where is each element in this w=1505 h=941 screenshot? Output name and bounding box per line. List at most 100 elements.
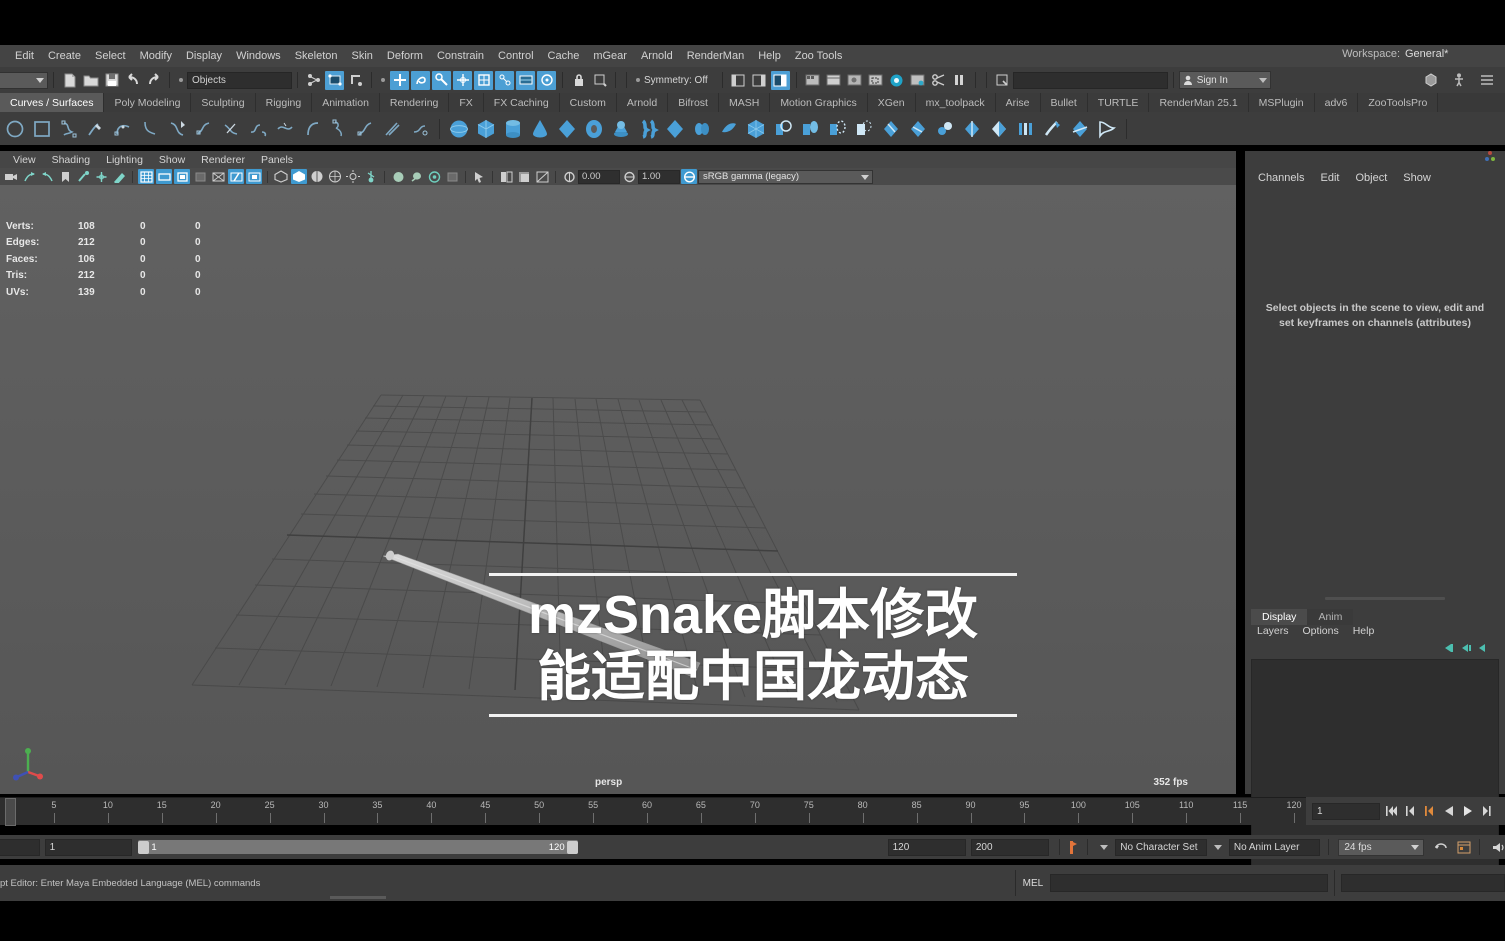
wireframe-icon[interactable] [273, 169, 289, 184]
screen-space-ao-icon[interactable] [390, 169, 406, 184]
bevel-icon[interactable] [986, 116, 1012, 142]
panel-splitter-handle[interactable] [1325, 597, 1445, 600]
shelf-tab-arnold[interactable]: Arnold [616, 93, 669, 112]
shelf-tab-bifrost[interactable]: Bifrost [668, 93, 719, 112]
show-hide-editor-left-icon[interactable] [729, 71, 748, 90]
bookmark-prev-icon[interactable] [21, 169, 37, 184]
color-management-icon[interactable] [681, 169, 697, 184]
poly-cylinder-icon[interactable] [500, 116, 526, 142]
poly-platonic-icon[interactable] [743, 116, 769, 142]
viewport-select-icon[interactable] [471, 169, 487, 184]
isolate-panel-icon[interactable] [498, 169, 514, 184]
option-dot-icon[interactable] [179, 78, 183, 82]
command-input-field[interactable] [1050, 874, 1328, 892]
menu-item-deform[interactable]: Deform [380, 48, 430, 64]
shelf-tab-renderman[interactable]: RenderMan 25.1 [1149, 93, 1249, 112]
menu-item-cache[interactable]: Cache [541, 48, 587, 64]
render-current-frame-icon[interactable] [803, 71, 822, 90]
shelf-tab-adv6[interactable]: adv6 [1314, 93, 1359, 112]
human-ik-icon[interactable] [1449, 70, 1468, 89]
chevron-down-icon[interactable] [1213, 844, 1222, 850]
bezier-curve-icon[interactable] [137, 116, 163, 142]
anim-start-field[interactable]: 1 [44, 838, 133, 856]
object-filter-field[interactable]: Objects [187, 71, 292, 89]
menu-item-arnold[interactable]: Arnold [634, 48, 680, 64]
menu-item-skeleton[interactable]: Skeleton [288, 48, 345, 64]
viewport-menu-shading[interactable]: Shading [44, 154, 99, 166]
shelf-tab-zootoolspro[interactable]: ZooToolsPro [1358, 93, 1439, 112]
shadows-icon[interactable] [363, 169, 379, 184]
step-forward-frame-icon[interactable] [1479, 803, 1494, 819]
time-slider[interactable]: 5 10 15 20 25 30 35 40 45 50 55 60 65 70 75 80 85 90 95 100… [0, 797, 1306, 826]
poly-cube-icon[interactable] [473, 116, 499, 142]
nurbs-circle-icon[interactable] [2, 116, 28, 142]
paint-effects-icon[interactable] [75, 169, 91, 184]
shaded-wireframe-icon[interactable] [309, 169, 325, 184]
color-space-dropdown[interactable]: sRGB gamma (legacy) [698, 169, 873, 184]
extrude-icon[interactable] [959, 116, 985, 142]
xray-joints-icon[interactable] [228, 169, 244, 184]
step-back-frame-icon[interactable] [1422, 803, 1437, 819]
range-slider-bar[interactable]: 1 120 [138, 840, 578, 854]
open-close-curve-icon[interactable] [326, 116, 352, 142]
menu-item-modify[interactable]: Modify [133, 48, 179, 64]
motion-blur-icon[interactable] [408, 169, 424, 184]
layer-menu-layers[interactable]: Layers [1253, 625, 1303, 637]
ep-curve-icon[interactable] [56, 116, 82, 142]
gamma-icon[interactable] [621, 169, 637, 184]
viewport-menu-show[interactable]: Show [151, 154, 193, 166]
anim-end-field[interactable]: 120 [887, 838, 966, 856]
bookmark-icon[interactable] [57, 169, 73, 184]
exposure-icon[interactable] [561, 169, 577, 184]
paint-select-icon[interactable] [432, 70, 451, 90]
scale-tool-icon[interactable] [495, 70, 514, 90]
ipr-render-icon[interactable] [845, 71, 864, 90]
uv-texture-icon[interactable] [534, 169, 550, 184]
poly-sphere-icon[interactable] [446, 116, 472, 142]
sound-icon[interactable] [1491, 839, 1505, 855]
align-curves-icon[interactable] [299, 116, 325, 142]
shelf-tab-fx[interactable]: FX [449, 93, 484, 112]
detach-curves-icon[interactable] [272, 116, 298, 142]
tab-display-layers[interactable]: Display [1251, 609, 1308, 625]
auto-key-icon[interactable] [1065, 839, 1079, 855]
play-forwards-icon[interactable] [1460, 803, 1475, 819]
curve-fillet-icon[interactable] [407, 116, 433, 142]
select-object-icon[interactable] [325, 70, 344, 90]
sign-in-button[interactable]: Sign In [1178, 71, 1271, 89]
shelf-tab-rendering[interactable]: Rendering [379, 93, 450, 112]
menu-item-skin[interactable]: Skin [345, 48, 380, 64]
menu-item-zootools[interactable]: Zoo Tools [788, 48, 850, 64]
poly-plane-icon[interactable] [554, 116, 580, 142]
playback-end-field[interactable]: 200 [970, 838, 1050, 856]
menu-item-control[interactable]: Control [491, 48, 540, 64]
viewport-menu-lighting[interactable]: Lighting [98, 154, 151, 166]
channel-menu-channels[interactable]: Channels [1250, 172, 1312, 184]
select-camera-icon[interactable] [3, 169, 19, 184]
shelf-tab-poly-modeling[interactable]: Poly Modeling [104, 93, 192, 112]
anim-layer-field[interactable]: No Anim Layer [1228, 838, 1321, 856]
render-region-icon[interactable] [866, 71, 885, 90]
channel-menu-show[interactable]: Show [1395, 172, 1439, 184]
symmetry-label[interactable]: Symmetry: Off [644, 75, 708, 86]
menu-item-constrain[interactable]: Constrain [430, 48, 491, 64]
poly-torus-icon[interactable] [581, 116, 607, 142]
select-tool-icon[interactable] [390, 70, 409, 90]
undo-icon[interactable] [123, 71, 142, 90]
lock-icon[interactable] [569, 71, 588, 90]
film-origin-icon[interactable] [210, 169, 226, 184]
menu-item-renderman[interactable]: RenderMan [680, 48, 751, 64]
new-layer-from-selected-icon[interactable] [1461, 643, 1473, 656]
redo-icon[interactable] [144, 71, 163, 90]
menu-item-create[interactable]: Create [41, 48, 88, 64]
offset-curve-icon[interactable] [380, 116, 406, 142]
shelf-tab-msplugin[interactable]: MSPlugin [1248, 93, 1315, 112]
animation-preferences-icon[interactable] [1457, 839, 1471, 855]
shelf-tab-bullet[interactable]: Bullet [1040, 93, 1088, 112]
gamma-value-field[interactable]: 1.00 [638, 169, 680, 184]
new-scene-icon[interactable] [60, 71, 79, 90]
two-point-arc-icon[interactable] [164, 116, 190, 142]
new-layer-icon[interactable] [1443, 643, 1455, 656]
mirror-geometry-icon[interactable] [905, 116, 931, 142]
poly-helix-icon[interactable] [662, 116, 688, 142]
